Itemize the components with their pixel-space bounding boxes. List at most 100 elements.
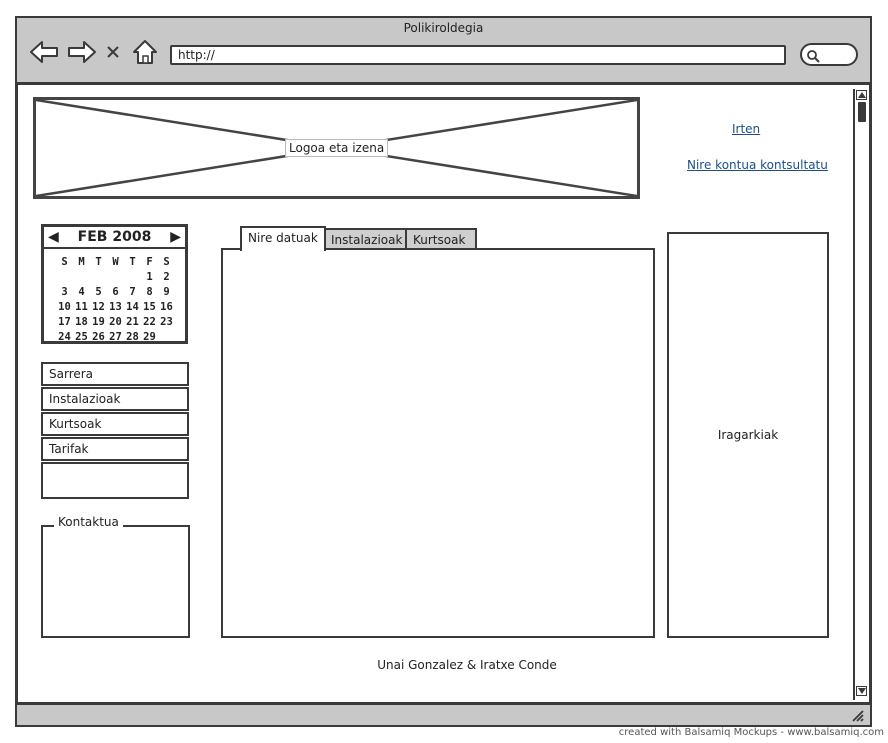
window-title: Polikiroldegia xyxy=(403,21,484,35)
sidebar-item-kurtsoak[interactable]: Kurtsoak xyxy=(41,412,189,436)
calendar-header: ◀ FEB 2008 ▶ xyxy=(44,227,185,249)
calendar-week: 24 25 26 27 28 29 xyxy=(56,330,175,345)
calendar-day[interactable]: 23 xyxy=(158,315,175,330)
tab-label: Instalazioak xyxy=(331,233,403,247)
calendar-day[interactable] xyxy=(158,330,175,345)
calendar-day[interactable]: 11 xyxy=(73,300,90,315)
calendar-day[interactable] xyxy=(56,270,73,285)
calendar-day[interactable]: 28 xyxy=(124,330,141,345)
calendar-day[interactable]: 5 xyxy=(90,285,107,300)
tab-instalazioak[interactable]: Instalazioak xyxy=(323,228,407,250)
arrow-right-icon xyxy=(68,41,96,63)
calendar-weekday-row: S M T W T F S xyxy=(56,255,175,270)
calendar-day[interactable]: 26 xyxy=(90,330,107,345)
calendar-day[interactable]: 29 xyxy=(141,330,158,345)
footer-authors: Unai Gonzalez & Iratxe Conde xyxy=(377,658,557,672)
scroll-down-arrow[interactable] xyxy=(856,686,867,696)
contact-panel xyxy=(41,525,190,638)
scroll-thumb[interactable] xyxy=(858,102,866,122)
url-input[interactable]: http:// xyxy=(170,45,786,65)
calendar-day[interactable]: 6 xyxy=(107,285,124,300)
calendar-day[interactable]: 16 xyxy=(158,300,175,315)
calendar-day[interactable]: 27 xyxy=(107,330,124,345)
home-button[interactable] xyxy=(128,35,162,69)
search-input[interactable] xyxy=(800,43,858,66)
calendar-day[interactable]: 1 xyxy=(141,270,158,285)
calendar-day[interactable]: 19 xyxy=(90,315,107,330)
logout-link[interactable]: Irten xyxy=(732,122,760,136)
tab-panel xyxy=(221,248,655,638)
search-icon xyxy=(807,50,820,63)
sidebar-item-tarifak[interactable]: Tarifak xyxy=(41,437,189,461)
weekday-label: S xyxy=(61,256,68,268)
sidebar-item-instalazioak[interactable]: Instalazioak xyxy=(41,387,189,411)
calendar-day[interactable] xyxy=(73,270,90,285)
calendar[interactable]: ◀ FEB 2008 ▶ S M T W T F S 1 2 3 4 5 6 7 xyxy=(41,224,188,344)
sidebar-item-sarrera[interactable]: Sarrera xyxy=(41,362,189,386)
calendar-day[interactable]: 7 xyxy=(124,285,141,300)
calendar-day[interactable] xyxy=(107,270,124,285)
calendar-day[interactable]: 4 xyxy=(73,285,90,300)
ads-label: Iragarkiak xyxy=(717,428,779,442)
logo-label: Logoa eta izena xyxy=(285,139,389,157)
calendar-day[interactable]: 18 xyxy=(73,315,90,330)
resize-grip-icon[interactable] xyxy=(850,708,864,722)
sidebar-item-empty[interactable] xyxy=(41,462,189,499)
vertical-scrollbar[interactable] xyxy=(853,89,868,700)
contact-title: Kontaktua xyxy=(54,515,123,529)
tab-kurtsoak[interactable]: Kurtsoak xyxy=(405,228,477,250)
calendar-grid: S M T W T F S 1 2 3 4 5 6 7 8 9 10 11 12… xyxy=(56,255,175,345)
calendar-month-label: FEB 2008 xyxy=(77,229,152,245)
weekday-label: F xyxy=(146,256,153,268)
calendar-day[interactable]: 9 xyxy=(158,285,175,300)
scroll-up-arrow[interactable] xyxy=(856,90,867,100)
calendar-day[interactable]: 15 xyxy=(141,300,158,315)
calendar-day[interactable]: 22 xyxy=(141,315,158,330)
weekday-label: T xyxy=(129,256,136,268)
calendar-day[interactable]: 14 xyxy=(124,300,141,315)
triangle-up-icon xyxy=(857,92,866,98)
home-icon xyxy=(133,40,157,64)
sidebar-item-label: Tarifak xyxy=(49,442,89,456)
sidebar-item-label: Sarrera xyxy=(49,367,94,381)
triangle-down-icon xyxy=(857,688,866,694)
calendar-day[interactable]: 12 xyxy=(90,300,107,315)
calendar-day[interactable]: 10 xyxy=(56,300,73,315)
account-link[interactable]: Nire kontua kontsultatu xyxy=(687,158,828,172)
calendar-day[interactable]: 2 xyxy=(158,270,175,285)
next-month-icon[interactable]: ▶ xyxy=(170,229,181,245)
browser-toolbar: Polikiroldegia http:// xyxy=(17,18,870,85)
calendar-day[interactable]: 3 xyxy=(56,285,73,300)
calendar-day[interactable] xyxy=(90,270,107,285)
back-button[interactable] xyxy=(27,35,61,69)
prev-month-icon[interactable]: ◀ xyxy=(48,229,59,245)
weekday-label: S xyxy=(163,256,170,268)
status-bar xyxy=(17,702,870,725)
calendar-day[interactable]: 13 xyxy=(107,300,124,315)
calendar-day[interactable]: 25 xyxy=(73,330,90,345)
credit-text: created with Balsamiq Mockups - www.bals… xyxy=(618,727,884,738)
weekday-label: T xyxy=(95,256,102,268)
close-icon xyxy=(107,46,119,58)
arrow-left-icon xyxy=(30,41,58,63)
calendar-day[interactable]: 8 xyxy=(141,285,158,300)
tab-nire-datuak[interactable]: Nire datuak xyxy=(240,226,326,251)
calendar-day[interactable]: 24 xyxy=(56,330,73,345)
tab-label: Nire datuak xyxy=(248,231,318,245)
forward-button[interactable] xyxy=(65,35,99,69)
sidebar-item-label: Kurtsoak xyxy=(49,417,102,431)
calendar-week: 17 18 19 20 21 22 23 xyxy=(56,315,175,330)
calendar-day[interactable]: 20 xyxy=(107,315,124,330)
tab-label: Kurtsoak xyxy=(413,233,466,247)
weekday-label: W xyxy=(112,256,119,268)
sidebar-item-label: Instalazioak xyxy=(49,392,121,406)
calendar-week: 10 11 12 13 14 15 16 xyxy=(56,300,175,315)
weekday-label: M xyxy=(78,256,85,268)
calendar-week: 3 4 5 6 7 8 9 xyxy=(56,285,175,300)
ads-panel: Iragarkiak xyxy=(667,232,829,638)
calendar-day[interactable]: 21 xyxy=(124,315,141,330)
stop-button[interactable] xyxy=(101,35,125,69)
calendar-day[interactable] xyxy=(124,270,141,285)
calendar-day[interactable]: 17 xyxy=(56,315,73,330)
calendar-week: 1 2 xyxy=(56,270,175,285)
